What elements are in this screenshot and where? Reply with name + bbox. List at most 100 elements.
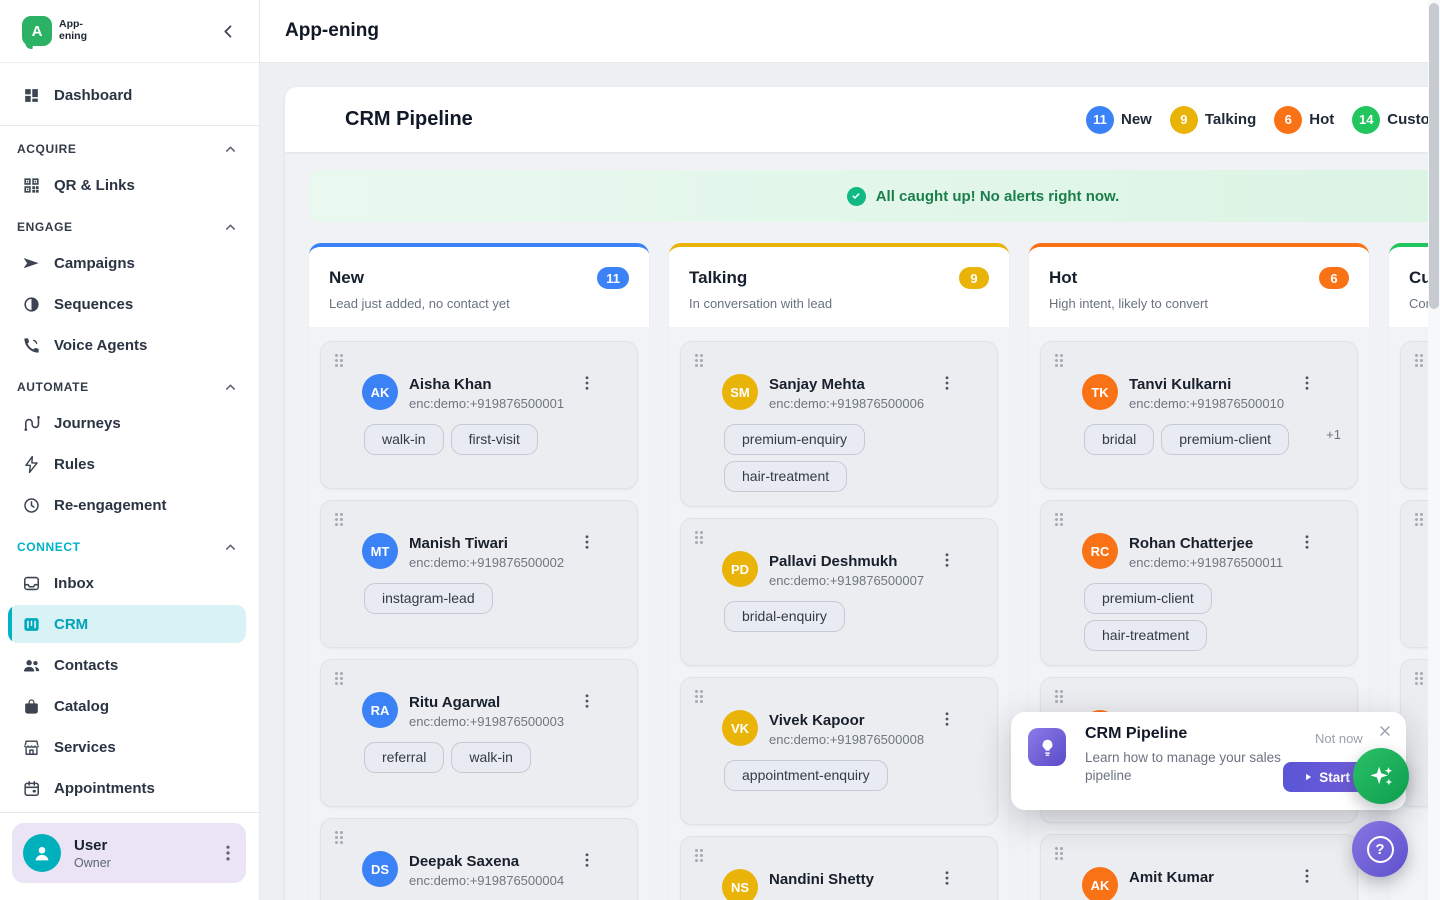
card-menu-button[interactable] (938, 869, 956, 887)
topbar: App-ening (260, 0, 1440, 63)
sidebar-item-campaigns[interactable]: Campaigns (8, 244, 246, 282)
sidebar-item-contacts[interactable]: Contacts (8, 646, 246, 684)
card-menu-button[interactable] (938, 710, 956, 728)
drag-handle-icon[interactable] (695, 354, 703, 367)
card-menu-button[interactable] (938, 551, 956, 569)
calendar-icon (22, 779, 41, 798)
chevron-up-icon[interactable] (223, 220, 238, 235)
lead-card[interactable]: AK Aisha Khan enc:demo:+919876500001 wal… (320, 341, 638, 489)
card-menu-button[interactable] (1298, 867, 1316, 885)
chevron-up-icon[interactable] (223, 540, 238, 555)
sparkles-icon (1366, 761, 1396, 791)
sidebar-item-services[interactable]: Services (8, 728, 246, 766)
tag-list: premium-enquiry hair-treatment (724, 424, 983, 492)
chevron-up-icon[interactable] (223, 380, 238, 395)
person-icon (31, 842, 53, 864)
column-header: Hot 6 High intent, likely to convert (1029, 247, 1369, 327)
tag-list: referral walk-in (364, 742, 623, 773)
sidebar-item-inbox[interactable]: Inbox (8, 564, 246, 602)
close-icon[interactable] (1377, 723, 1393, 739)
section-header-engage: ENGAGE (17, 218, 238, 236)
crm-pipeline-header: CRM Pipeline 11 New 9 Talking 6 Hot 14 C… (285, 87, 1440, 152)
toast-body: Learn how to manage your sales pipeline (1085, 749, 1285, 785)
card-menu-button[interactable] (578, 851, 596, 869)
tag-list: walk-in first-visit (364, 424, 623, 455)
section-header-automate: AUTOMATE (17, 378, 238, 396)
sidebar-item-voice-agents[interactable]: Voice Agents (8, 326, 246, 364)
tag-list: instagram-lead (364, 583, 623, 614)
lead-phone: enc:demo:+919876500002 (409, 555, 564, 570)
stat-count-badge: 14 (1352, 106, 1380, 134)
sidebar-item-sequences[interactable]: Sequences (8, 285, 246, 323)
drag-handle-icon[interactable] (1055, 354, 1063, 367)
sidebar-item-dashboard[interactable]: Dashboard (8, 73, 246, 117)
extra-tags-count: +1 (1326, 427, 1343, 442)
user-avatar (23, 834, 61, 872)
question-mark-icon: ? (1367, 836, 1394, 863)
drag-handle-icon[interactable] (695, 849, 703, 862)
lead-card[interactable]: NS Nandini Shetty (680, 836, 998, 900)
drag-handle-icon[interactable] (335, 354, 343, 367)
avatar: AK (362, 374, 398, 410)
page-title: App-ening (285, 20, 379, 42)
lead-name: Ritu Agarwal (409, 693, 564, 712)
sidebar-item-journeys[interactable]: Journeys (8, 404, 246, 442)
sidebar-item-catalog[interactable]: Catalog (8, 687, 246, 725)
avatar: PD (722, 551, 758, 587)
lead-card[interactable]: DS Deepak Saxena enc:demo:+919876500004 (320, 818, 638, 900)
not-now-button[interactable]: Not now (1315, 731, 1363, 746)
lead-card[interactable]: TK Tanvi Kulkarni enc:demo:+919876500010… (1040, 341, 1358, 489)
scrollbar-thumb[interactable] (1429, 3, 1439, 309)
tag: walk-in (364, 424, 444, 455)
app-logo-letter: A (32, 23, 43, 40)
card-menu-button[interactable] (1298, 533, 1316, 551)
sidebar-item-crm[interactable]: CRM (8, 605, 246, 643)
drag-handle-icon[interactable] (335, 513, 343, 526)
sidebar-item-rules[interactable]: Rules (8, 445, 246, 483)
user-card[interactable]: User Owner (12, 823, 246, 883)
lead-card[interactable]: AK Amit Kumar (1040, 834, 1358, 900)
sidebar-item-qr-links[interactable]: QR & Links (8, 166, 246, 204)
tag-list: premium-client hair-treatment (1084, 583, 1343, 651)
lead-card[interactable]: VK Vivek Kapoor enc:demo:+919876500008 a… (680, 677, 998, 825)
sidebar-item-re-engagement[interactable]: Re-engagement (8, 486, 246, 524)
lead-name: Manish Tiwari (409, 534, 564, 553)
help-fab[interactable]: ? (1352, 821, 1408, 877)
crm-pipeline-title: CRM Pipeline (285, 108, 473, 131)
drag-handle-icon[interactable] (1055, 847, 1063, 860)
alerts-banner-text: All caught up! No alerts right now. (876, 188, 1120, 205)
drag-handle-icon[interactable] (335, 672, 343, 685)
lead-card[interactable]: RA Ritu Agarwal enc:demo:+919876500003 r… (320, 659, 638, 807)
lead-phone: enc:demo:+919876500011 (1129, 555, 1283, 570)
lead-card[interactable]: SM Sanjay Mehta enc:demo:+919876500006 p… (680, 341, 998, 507)
card-menu-button[interactable] (578, 692, 596, 710)
lead-card[interactable]: MT Manish Tiwari enc:demo:+919876500002 … (320, 500, 638, 648)
drag-handle-icon[interactable] (1055, 690, 1063, 703)
user-menu-button[interactable] (218, 843, 238, 863)
app-logo-text: App- ening (59, 19, 87, 42)
card-menu-button[interactable] (578, 533, 596, 551)
column-body: AK Aisha Khan enc:demo:+919876500001 wal… (309, 327, 649, 900)
drag-handle-icon[interactable] (1415, 354, 1423, 367)
stat-hot: 6 Hot (1274, 106, 1334, 134)
sidebar-header: A App- ening (0, 0, 259, 63)
card-menu-button[interactable] (578, 374, 596, 392)
sidebar-collapse-button[interactable] (215, 18, 241, 44)
card-menu-button[interactable] (1298, 374, 1316, 392)
storefront-icon (22, 738, 41, 757)
drag-handle-icon[interactable] (695, 531, 703, 544)
lead-card[interactable]: PD Pallavi Deshmukh enc:demo:+9198765000… (680, 518, 998, 666)
lead-card[interactable]: RC Rohan Chatterjee enc:demo:+9198765000… (1040, 500, 1358, 666)
tag: premium-client (1084, 583, 1212, 614)
ai-assistant-fab[interactable] (1353, 748, 1409, 804)
lead-phone: enc:demo:+919876500006 (769, 396, 924, 411)
chevron-up-icon[interactable] (223, 142, 238, 157)
drag-handle-icon[interactable] (695, 690, 703, 703)
sidebar-item-appointments[interactable]: Appointments (8, 769, 246, 807)
drag-handle-icon[interactable] (1415, 513, 1423, 526)
card-menu-button[interactable] (938, 374, 956, 392)
drag-handle-icon[interactable] (1415, 672, 1423, 685)
route-icon (22, 414, 41, 433)
drag-handle-icon[interactable] (1055, 513, 1063, 526)
drag-handle-icon[interactable] (335, 831, 343, 844)
